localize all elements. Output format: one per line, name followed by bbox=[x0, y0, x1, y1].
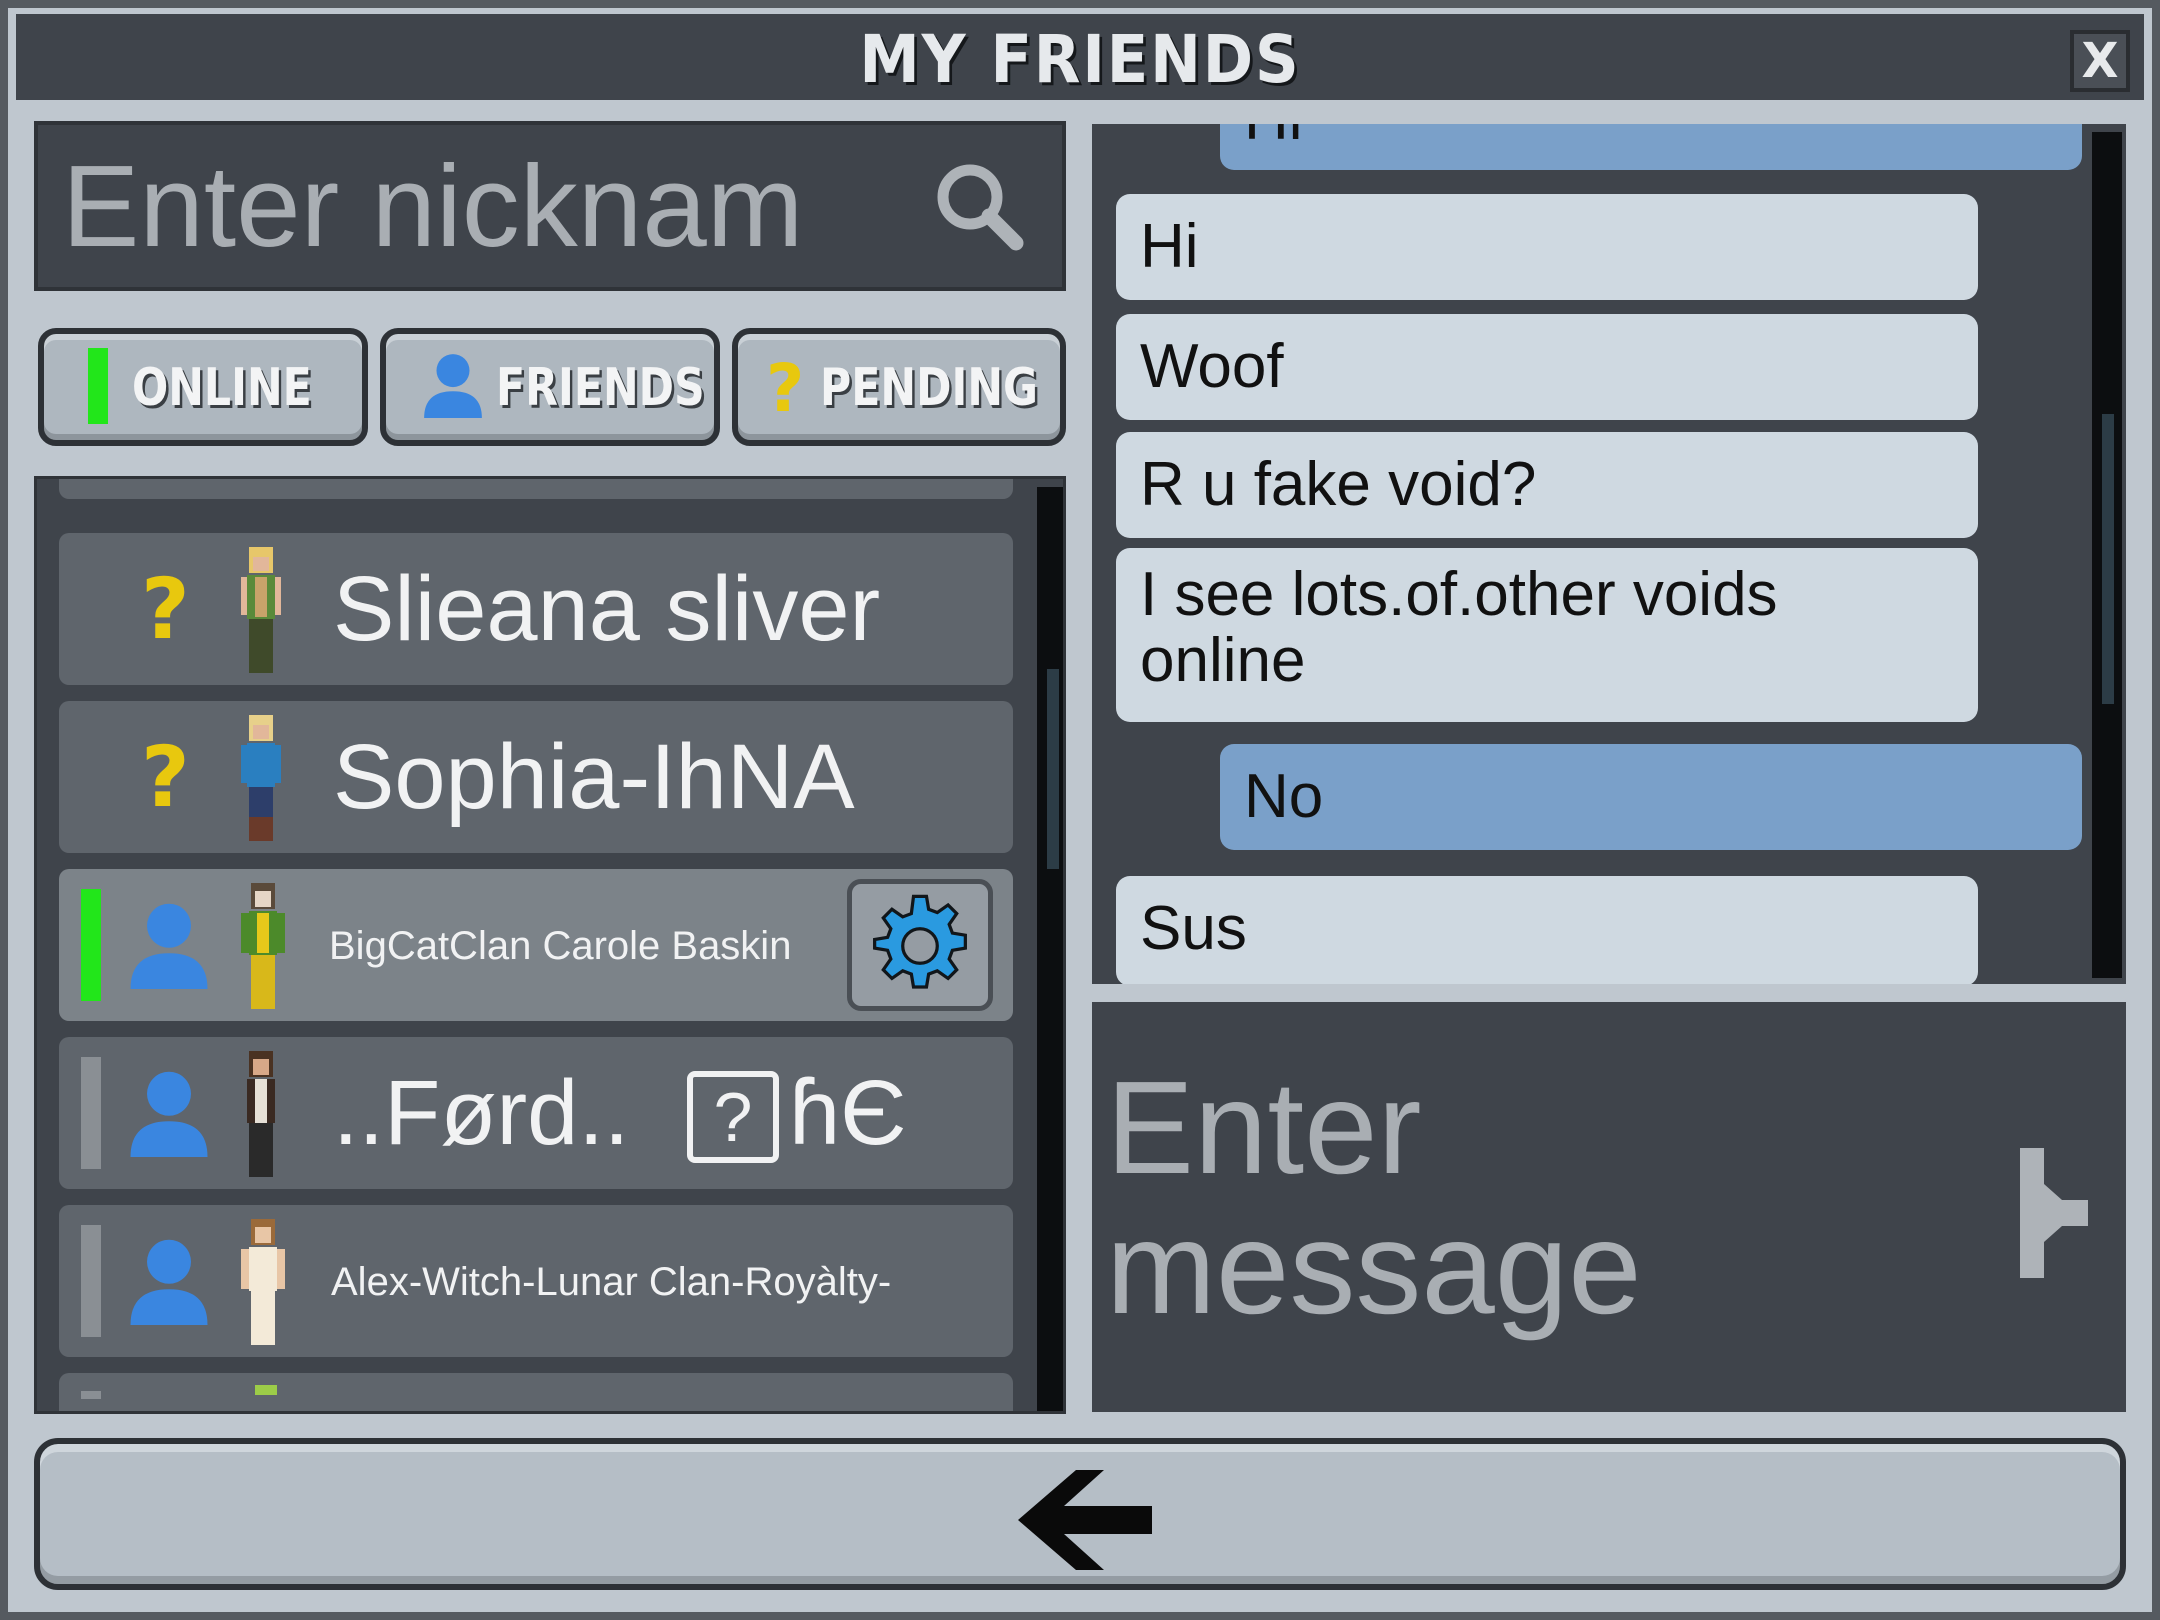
chat-message-text: I see lots.of.other voids online bbox=[1140, 560, 1778, 695]
friends-list-scrollbar-thumb[interactable] bbox=[1047, 669, 1059, 869]
avatar bbox=[241, 883, 285, 1009]
online-status-indicator bbox=[81, 889, 101, 1001]
avatar bbox=[241, 1219, 285, 1345]
chat-message-text: Hi bbox=[1244, 124, 1303, 153]
friend-row-partial[interactable] bbox=[59, 476, 1013, 499]
search-icon[interactable] bbox=[930, 157, 1030, 257]
list-item[interactable]: ..Førd.. ? ɦЄ bbox=[59, 1037, 1013, 1189]
back-button[interactable] bbox=[34, 1438, 2126, 1590]
list-item[interactable]: Alex-Witch-Lunar Clan-Royàlty- bbox=[59, 1205, 1013, 1357]
tab-pending-label: PENDING bbox=[820, 358, 1039, 418]
friends-list-scrollbar[interactable] bbox=[1037, 487, 1063, 1411]
tab-friends-label: FRIENDS bbox=[496, 358, 705, 418]
question-mark-icon: ? bbox=[141, 560, 190, 658]
tab-online-label: ONLINE bbox=[132, 358, 312, 418]
person-icon bbox=[424, 354, 482, 418]
chat-message-other: Sus bbox=[1116, 876, 1978, 984]
list-item-selected[interactable]: BigCatClan Carole Baskin bbox=[59, 869, 1013, 1021]
gear-icon bbox=[873, 894, 967, 989]
chat-message-text: Hi bbox=[1140, 212, 1199, 281]
unknown-glyph-box: ? bbox=[687, 1071, 779, 1163]
friend-name: Alex-Witch-Lunar Clan-Royàlty- bbox=[331, 1260, 892, 1304]
offline-status-indicator bbox=[81, 1225, 101, 1337]
chat-message-other: R u fake void? bbox=[1116, 432, 1978, 538]
message-input[interactable]: Enter message bbox=[1106, 1058, 1666, 1358]
close-button[interactable]: X bbox=[2070, 30, 2130, 92]
friend-name: BigCatClan Carole Baskin bbox=[329, 924, 792, 968]
question-mark-icon: ? bbox=[766, 350, 805, 427]
chat-message-self: Hi bbox=[1220, 124, 2082, 170]
avatar bbox=[241, 547, 281, 673]
nickname-search-box bbox=[34, 121, 1066, 291]
friend-row-partial[interactable] bbox=[59, 1373, 1013, 1411]
chat-message-text: R u fake void? bbox=[1140, 450, 1537, 519]
list-item[interactable]: ? Sophia-IhNA bbox=[59, 701, 1013, 853]
back-arrow-icon bbox=[1018, 1470, 1152, 1570]
window-title: MY FRIENDS bbox=[859, 21, 1301, 98]
chat-history: Hi Hi Woof R u fake void? I see lots.of.… bbox=[1092, 124, 2126, 984]
list-item[interactable]: ? Slieana sliver bbox=[59, 533, 1013, 685]
friend-name: Slieana sliver bbox=[333, 558, 881, 660]
person-icon bbox=[130, 1071, 208, 1157]
avatar bbox=[241, 715, 281, 841]
person-icon bbox=[130, 903, 208, 989]
friend-name-suffix: ɦЄ bbox=[789, 1062, 907, 1164]
tab-friends[interactable]: FRIENDS bbox=[380, 328, 720, 446]
avatar bbox=[247, 1051, 275, 1177]
online-status-bar-icon bbox=[88, 348, 108, 424]
chat-message-self: No bbox=[1220, 744, 2082, 850]
friend-name: ..Førd.. bbox=[333, 1062, 630, 1164]
send-icon[interactable] bbox=[2012, 1142, 2108, 1282]
tab-online[interactable]: ONLINE bbox=[38, 328, 368, 446]
chat-message-text: Woof bbox=[1140, 332, 1284, 401]
offline-status-indicator bbox=[81, 1057, 101, 1169]
friend-name: Sophia-IhNA bbox=[333, 726, 855, 828]
nickname-search-input[interactable] bbox=[62, 125, 942, 287]
question-mark-icon: ? bbox=[141, 728, 190, 826]
offline-status-indicator bbox=[81, 1391, 101, 1399]
tab-pending[interactable]: ? PENDING bbox=[732, 328, 1066, 446]
friend-settings-button[interactable] bbox=[847, 879, 993, 1011]
chat-message-text: Sus bbox=[1140, 894, 1247, 963]
chat-message-text: No bbox=[1244, 762, 1324, 831]
avatar bbox=[255, 476, 271, 479]
title-bar: MY FRIENDS bbox=[16, 14, 2144, 100]
message-input-box[interactable]: Enter message bbox=[1092, 1002, 2126, 1412]
avatar bbox=[255, 1385, 277, 1395]
chat-message-other: Woof bbox=[1116, 314, 1978, 420]
chat-message-other: I see lots.of.other voids online bbox=[1116, 548, 1978, 722]
friends-list: ? Slieana sliver ? Sophia-IhNA BigCatCla… bbox=[34, 476, 1066, 1414]
chat-scrollbar-thumb[interactable] bbox=[2102, 414, 2114, 704]
person-icon bbox=[130, 1239, 208, 1325]
chat-message-other: Hi bbox=[1116, 194, 1978, 300]
